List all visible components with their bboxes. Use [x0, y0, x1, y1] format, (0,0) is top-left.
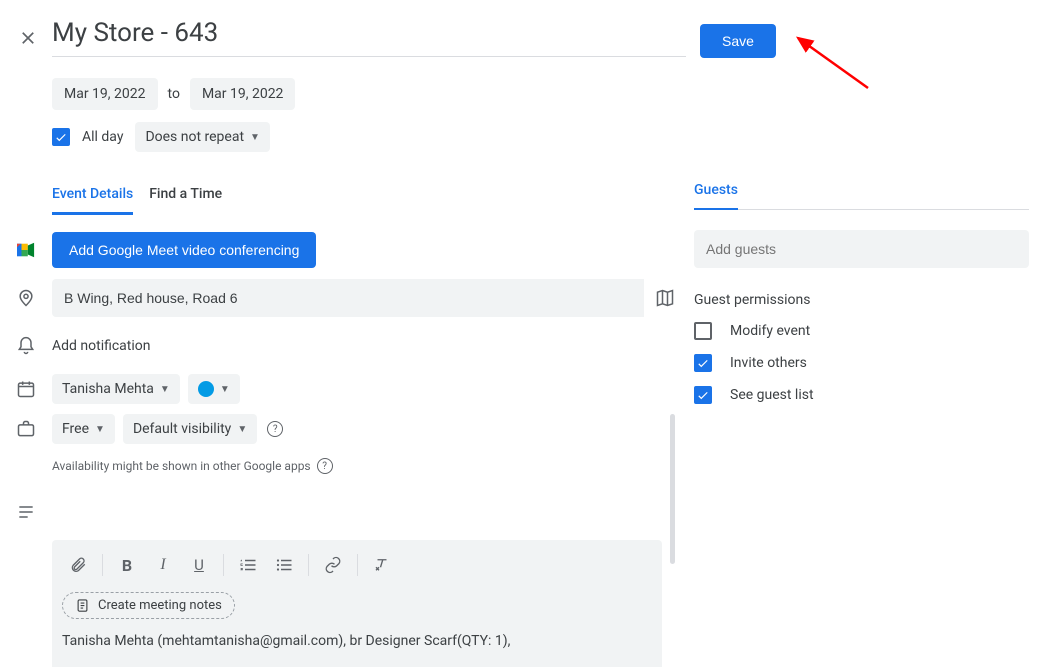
help-icon[interactable]: ?: [317, 458, 333, 474]
visibility-dropdown[interactable]: Default visibility▼: [123, 414, 257, 444]
bulleted-list-button[interactable]: [268, 550, 300, 580]
perm-invite-checkbox[interactable]: [694, 354, 712, 372]
color-swatch-icon: [198, 381, 214, 397]
location-input[interactable]: [52, 279, 644, 317]
link-button[interactable]: [317, 550, 349, 580]
availability-dropdown[interactable]: Free▼: [52, 414, 115, 444]
notification-icon: [0, 336, 52, 356]
clear-formatting-button[interactable]: [366, 550, 398, 580]
briefcase-icon: [0, 419, 52, 439]
add-guests-input[interactable]: [694, 230, 1029, 268]
caret-down-icon: ▼: [237, 424, 247, 435]
event-title-input[interactable]: [52, 12, 686, 57]
calendar-owner-dropdown[interactable]: Tanisha Mehta▼: [52, 374, 180, 404]
end-date-chip[interactable]: Mar 19, 2022: [190, 78, 296, 110]
caret-down-icon: ▼: [160, 384, 170, 395]
create-meeting-notes-button[interactable]: Create meeting notes: [62, 592, 235, 619]
caret-down-icon: ▼: [95, 424, 105, 435]
all-day-checkbox[interactable]: [52, 128, 70, 146]
doc-icon: [75, 598, 90, 613]
help-icon[interactable]: ?: [267, 421, 283, 437]
caret-down-icon: ▼: [220, 384, 230, 395]
start-date-chip[interactable]: Mar 19, 2022: [52, 78, 158, 110]
perm-seelist-label: See guest list: [730, 387, 814, 403]
attachment-button[interactable]: [62, 550, 94, 580]
guests-header: Guests: [694, 182, 738, 210]
numbered-list-button[interactable]: [232, 550, 264, 580]
description-icon: [0, 502, 52, 522]
recurrence-dropdown[interactable]: Does not repeat▼: [135, 122, 270, 152]
calendar-color-dropdown[interactable]: ▼: [188, 374, 240, 404]
location-icon: [0, 288, 52, 308]
perm-modify-checkbox[interactable]: [694, 322, 712, 340]
perm-invite-label: Invite others: [730, 355, 807, 371]
perm-modify-label: Modify event: [730, 323, 810, 339]
all-day-label: All day: [82, 129, 123, 145]
perm-seelist-checkbox[interactable]: [694, 386, 712, 404]
map-preview-button[interactable]: [644, 278, 686, 318]
add-meet-button[interactable]: Add Google Meet video conferencing: [52, 232, 316, 268]
save-button[interactable]: Save: [700, 24, 776, 58]
calendar-icon: [0, 379, 52, 399]
bold-button[interactable]: B: [111, 550, 143, 580]
add-notification-button[interactable]: Add notification: [52, 328, 151, 364]
availability-hint-text: Availability might be shown in other Goo…: [52, 459, 311, 473]
scrollbar-thumb[interactable]: [670, 414, 675, 564]
close-icon[interactable]: [8, 18, 48, 58]
caret-down-icon: ▼: [250, 132, 260, 143]
tab-find-a-time[interactable]: Find a Time: [149, 182, 222, 215]
italic-button[interactable]: I: [147, 550, 179, 580]
google-meet-icon: [0, 241, 52, 259]
guest-permissions-title: Guest permissions: [694, 292, 1029, 308]
tab-event-details[interactable]: Event Details: [52, 182, 133, 215]
description-text[interactable]: Tanisha Mehta (mehtamtanisha@gmail.com),…: [62, 633, 652, 649]
underline-button[interactable]: U: [183, 550, 215, 580]
date-to-label: to: [168, 86, 180, 102]
